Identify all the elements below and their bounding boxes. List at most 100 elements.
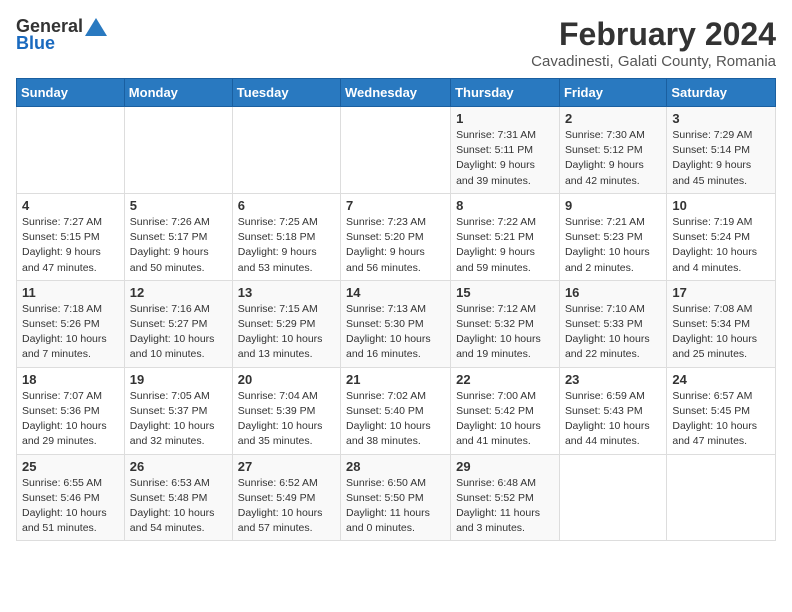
day-number: 15 xyxy=(456,285,554,300)
day-info: Sunrise: 7:16 AM Sunset: 5:27 PM Dayligh… xyxy=(130,302,227,363)
logo-icon xyxy=(85,18,107,36)
day-number: 28 xyxy=(346,459,445,474)
day-number: 12 xyxy=(130,285,227,300)
day-number: 20 xyxy=(238,372,335,387)
day-number: 10 xyxy=(672,198,770,213)
calendar-cell xyxy=(17,107,125,194)
calendar-cell: 25 Sunrise: 6:55 AM Sunset: 5:46 PM Dayli… xyxy=(17,454,125,541)
calendar-day-header: Saturday xyxy=(667,79,776,107)
calendar-day-header: Friday xyxy=(559,79,666,107)
day-number: 27 xyxy=(238,459,335,474)
calendar-week-row: 1 Sunrise: 7:31 AM Sunset: 5:11 PM Daylig… xyxy=(17,107,776,194)
calendar-week-row: 4Sunrise: 7:27 AM Sunset: 5:15 PM Daylig… xyxy=(17,193,776,280)
calendar-week-row: 25 Sunrise: 6:55 AM Sunset: 5:46 PM Dayli… xyxy=(17,454,776,541)
calendar-cell: 10 Sunrise: 7:19 AM Sunset: 5:24 PM Dayli… xyxy=(667,193,776,280)
day-number: 14 xyxy=(346,285,445,300)
day-number: 8 xyxy=(456,198,554,213)
day-number: 6 xyxy=(238,198,335,213)
page-subtitle: Cavadinesti, Galati County, Romania xyxy=(531,53,776,70)
calendar-cell: 9 Sunrise: 7:21 AM Sunset: 5:23 PM Daylig… xyxy=(559,193,666,280)
day-number: 16 xyxy=(565,285,661,300)
calendar-cell: 14 Sunrise: 7:13 AM Sunset: 5:30 PM Dayli… xyxy=(341,280,451,367)
day-number: 22 xyxy=(456,372,554,387)
day-info: Sunrise: 6:57 AM Sunset: 5:45 PM Dayligh… xyxy=(672,389,770,450)
day-info: Sunrise: 7:04 AM Sunset: 5:39 PM Dayligh… xyxy=(238,389,335,450)
logo: General Blue xyxy=(16,16,107,54)
day-number: 4 xyxy=(22,198,119,213)
day-info: Sunrise: 7:29 AM Sunset: 5:14 PM Dayligh… xyxy=(672,128,770,189)
day-info: Sunrise: 7:13 AM Sunset: 5:30 PM Dayligh… xyxy=(346,302,445,363)
calendar-cell: 2Sunrise: 7:30 AM Sunset: 5:12 PM Daylig… xyxy=(559,107,666,194)
calendar-day-header: Wednesday xyxy=(341,79,451,107)
day-info: Sunrise: 6:48 AM Sunset: 5:52 PM Dayligh… xyxy=(456,476,554,537)
calendar-cell: 17 Sunrise: 7:08 AM Sunset: 5:34 PM Dayli… xyxy=(667,280,776,367)
day-info: Sunrise: 7:08 AM Sunset: 5:34 PM Dayligh… xyxy=(672,302,770,363)
calendar-cell: 6 Sunrise: 7:25 AM Sunset: 5:18 PM Daylig… xyxy=(232,193,340,280)
day-number: 9 xyxy=(565,198,661,213)
day-info: Sunrise: 7:23 AM Sunset: 5:20 PM Dayligh… xyxy=(346,215,445,276)
calendar-cell: 23Sunrise: 6:59 AM Sunset: 5:43 PM Dayli… xyxy=(559,367,666,454)
day-info: Sunrise: 7:02 AM Sunset: 5:40 PM Dayligh… xyxy=(346,389,445,450)
calendar-table: SundayMondayTuesdayWednesdayThursdayFrid… xyxy=(16,78,776,541)
calendar-cell: 1 Sunrise: 7:31 AM Sunset: 5:11 PM Daylig… xyxy=(451,107,560,194)
calendar-cell: 4Sunrise: 7:27 AM Sunset: 5:15 PM Daylig… xyxy=(17,193,125,280)
day-info: Sunrise: 7:07 AM Sunset: 5:36 PM Dayligh… xyxy=(22,389,119,450)
day-number: 17 xyxy=(672,285,770,300)
calendar-cell: 3 Sunrise: 7:29 AM Sunset: 5:14 PM Daylig… xyxy=(667,107,776,194)
calendar-cell: 22 Sunrise: 7:00 AM Sunset: 5:42 PM Dayli… xyxy=(451,367,560,454)
day-info: Sunrise: 7:25 AM Sunset: 5:18 PM Dayligh… xyxy=(238,215,335,276)
day-info: Sunrise: 7:30 AM Sunset: 5:12 PM Dayligh… xyxy=(565,128,661,189)
calendar-cell: 26 Sunrise: 6:53 AM Sunset: 5:48 PM Dayli… xyxy=(124,454,232,541)
day-info: Sunrise: 7:18 AM Sunset: 5:26 PM Dayligh… xyxy=(22,302,119,363)
day-info: Sunrise: 6:55 AM Sunset: 5:46 PM Dayligh… xyxy=(22,476,119,537)
page-title: February 2024 xyxy=(531,16,776,53)
day-info: Sunrise: 7:05 AM Sunset: 5:37 PM Dayligh… xyxy=(130,389,227,450)
calendar-cell: 29 Sunrise: 6:48 AM Sunset: 5:52 PM Dayli… xyxy=(451,454,560,541)
day-info: Sunrise: 7:21 AM Sunset: 5:23 PM Dayligh… xyxy=(565,215,661,276)
calendar-cell: 18Sunrise: 7:07 AM Sunset: 5:36 PM Dayli… xyxy=(17,367,125,454)
day-number: 29 xyxy=(456,459,554,474)
day-number: 23 xyxy=(565,372,661,387)
calendar-cell xyxy=(667,454,776,541)
calendar-cell xyxy=(124,107,232,194)
day-number: 19 xyxy=(130,372,227,387)
calendar-cell: 21 Sunrise: 7:02 AM Sunset: 5:40 PM Dayli… xyxy=(341,367,451,454)
calendar-cell: 12 Sunrise: 7:16 AM Sunset: 5:27 PM Dayli… xyxy=(124,280,232,367)
day-info: Sunrise: 7:19 AM Sunset: 5:24 PM Dayligh… xyxy=(672,215,770,276)
calendar-week-row: 18Sunrise: 7:07 AM Sunset: 5:36 PM Dayli… xyxy=(17,367,776,454)
logo-blue: Blue xyxy=(16,33,55,54)
calendar-week-row: 11Sunrise: 7:18 AM Sunset: 5:26 PM Dayli… xyxy=(17,280,776,367)
day-number: 26 xyxy=(130,459,227,474)
day-info: Sunrise: 6:53 AM Sunset: 5:48 PM Dayligh… xyxy=(130,476,227,537)
calendar-day-header: Monday xyxy=(124,79,232,107)
calendar-cell: 20 Sunrise: 7:04 AM Sunset: 5:39 PM Dayli… xyxy=(232,367,340,454)
calendar-cell: 27 Sunrise: 6:52 AM Sunset: 5:49 PM Dayli… xyxy=(232,454,340,541)
day-number: 25 xyxy=(22,459,119,474)
calendar-cell: 15 Sunrise: 7:12 AM Sunset: 5:32 PM Dayli… xyxy=(451,280,560,367)
day-number: 1 xyxy=(456,111,554,126)
calendar-cell: 24 Sunrise: 6:57 AM Sunset: 5:45 PM Dayli… xyxy=(667,367,776,454)
calendar-cell: 28Sunrise: 6:50 AM Sunset: 5:50 PM Dayli… xyxy=(341,454,451,541)
day-number: 7 xyxy=(346,198,445,213)
day-number: 3 xyxy=(672,111,770,126)
day-info: Sunrise: 7:00 AM Sunset: 5:42 PM Dayligh… xyxy=(456,389,554,450)
calendar-cell: 19 Sunrise: 7:05 AM Sunset: 5:37 PM Dayli… xyxy=(124,367,232,454)
day-number: 13 xyxy=(238,285,335,300)
day-info: Sunrise: 7:31 AM Sunset: 5:11 PM Dayligh… xyxy=(456,128,554,189)
calendar-cell: 8Sunrise: 7:22 AM Sunset: 5:21 PM Daylig… xyxy=(451,193,560,280)
calendar-cell xyxy=(559,454,666,541)
calendar-cell: 5Sunrise: 7:26 AM Sunset: 5:17 PM Daylig… xyxy=(124,193,232,280)
calendar-day-header: Sunday xyxy=(17,79,125,107)
day-info: Sunrise: 7:12 AM Sunset: 5:32 PM Dayligh… xyxy=(456,302,554,363)
day-info: Sunrise: 6:52 AM Sunset: 5:49 PM Dayligh… xyxy=(238,476,335,537)
day-number: 24 xyxy=(672,372,770,387)
calendar-header-row: SundayMondayTuesdayWednesdayThursdayFrid… xyxy=(17,79,776,107)
day-number: 5 xyxy=(130,198,227,213)
calendar-day-header: Tuesday xyxy=(232,79,340,107)
calendar-cell xyxy=(341,107,451,194)
calendar-cell: 7 Sunrise: 7:23 AM Sunset: 5:20 PM Daylig… xyxy=(341,193,451,280)
calendar-day-header: Thursday xyxy=(451,79,560,107)
day-number: 21 xyxy=(346,372,445,387)
day-info: Sunrise: 7:10 AM Sunset: 5:33 PM Dayligh… xyxy=(565,302,661,363)
calendar-cell: 16 Sunrise: 7:10 AM Sunset: 5:33 PM Dayli… xyxy=(559,280,666,367)
